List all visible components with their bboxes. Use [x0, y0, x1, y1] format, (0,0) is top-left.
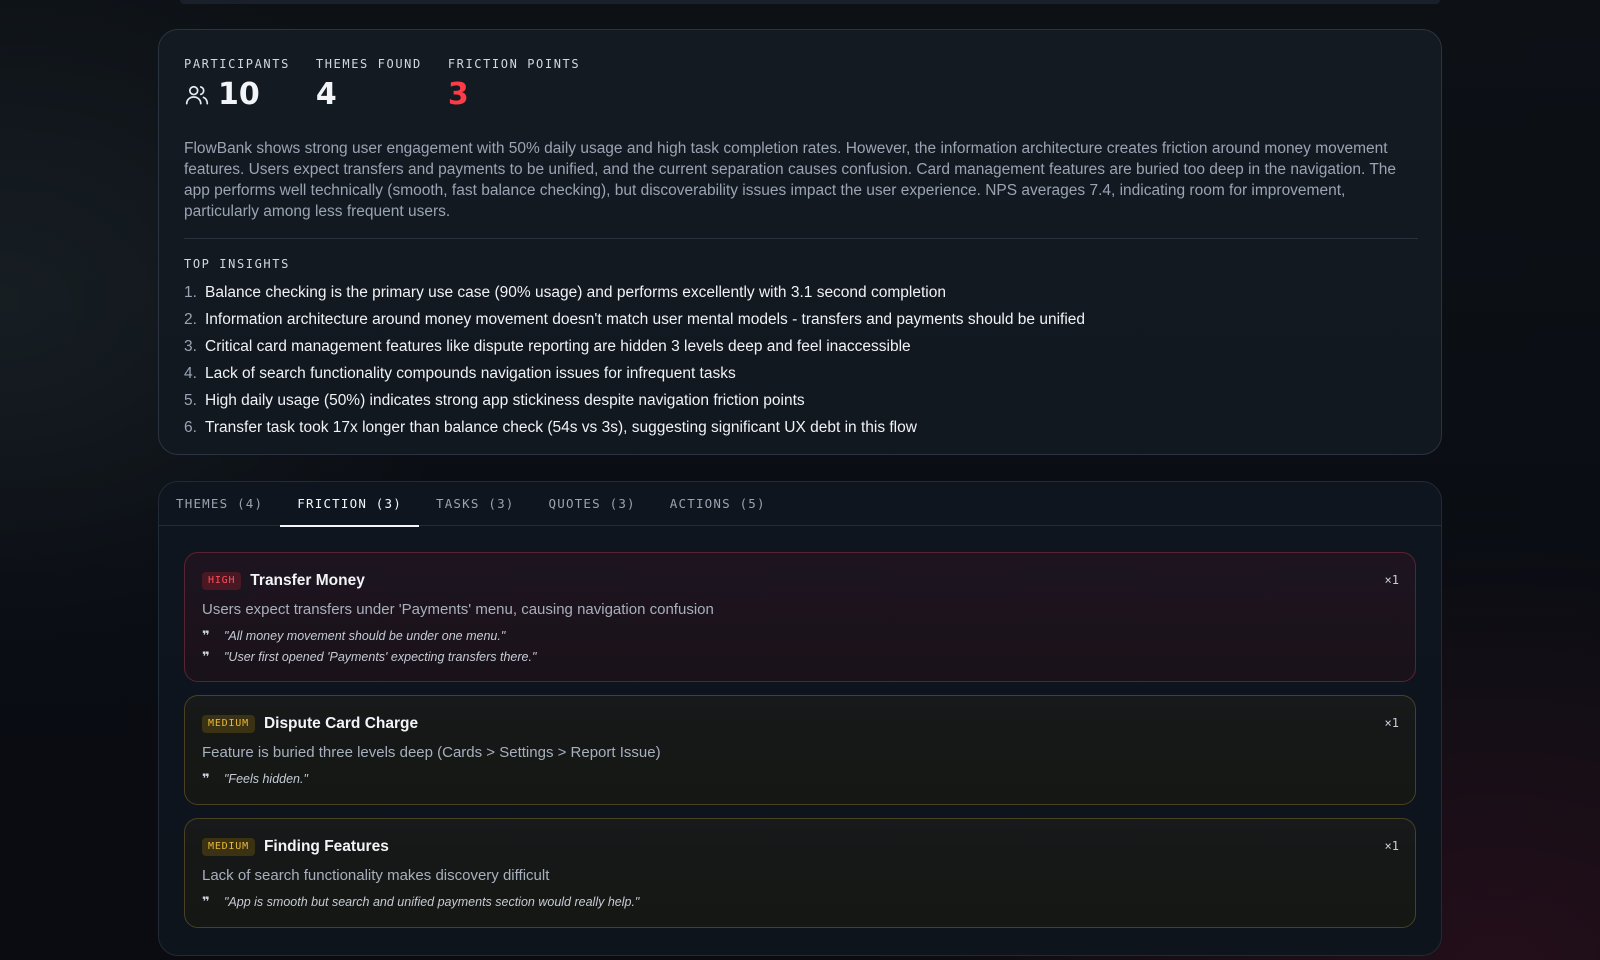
quote-icon: ❞ [202, 629, 210, 644]
friction-description: Lack of search functionality makes disco… [202, 867, 550, 884]
insights-title: TOP INSIGHTS [184, 257, 290, 271]
tab-tasks[interactable]: TASKS (3) [419, 482, 532, 526]
stat-value: 10 [218, 77, 260, 112]
stat-label: PARTICIPANTS [184, 57, 290, 71]
insight-text: Lack of search functionality compounds n… [205, 365, 736, 382]
quote: ❞ "All money movement should be under one… [202, 626, 1398, 647]
list-item: 5. High daily usage (50%) indicates stron… [184, 387, 1416, 414]
friction-card-transfer-money[interactable]: HIGH Transfer Money ×1 Users expect tran… [184, 552, 1416, 682]
quotes: ❞ "All money movement should be under one… [202, 626, 1398, 668]
stat-value: 3 [447, 77, 469, 112]
summary-card: PARTICIPANTS 10 THEMES FOUND 4 FRICTION … [158, 29, 1442, 455]
insight-number: 4. [184, 365, 197, 382]
friction-card-finding-features[interactable]: MEDIUM Finding Features ×1 Lack of searc… [184, 818, 1416, 928]
stat-value: 4 [315, 77, 337, 112]
insights-list: 1. Balance checking is the primary use ca… [184, 279, 1416, 441]
list-item: 2. Information architecture around money … [184, 306, 1416, 333]
quote-icon: ❞ [202, 650, 210, 665]
insight-number: 6. [184, 419, 197, 436]
quote: ❞ "App is smooth but search and unified p… [202, 892, 1398, 913]
tab-bar: THEMES (4) FRICTION (3) TASKS (3) QUOTES… [159, 482, 1441, 527]
quotes: ❞ "Feels hidden." [202, 769, 1398, 790]
quote-icon: ❞ [202, 895, 210, 910]
quote: ❞ "Feels hidden." [202, 769, 1398, 790]
quote-text: "App is smooth but search and unified pa… [224, 895, 640, 909]
insight-text: Balance checking is the primary use case… [205, 284, 946, 301]
list-item: 4. Lack of search functionality compounds… [184, 360, 1416, 387]
friction-description: Users expect transfers under 'Payments' … [202, 601, 714, 618]
quotes: ❞ "App is smooth but search and unified p… [202, 892, 1398, 913]
insight-text: Transfer task took 17x longer than balan… [205, 419, 917, 436]
tab-friction[interactable]: FRICTION (3) [280, 482, 419, 527]
stat-participants: PARTICIPANTS 10 [184, 56, 290, 112]
insight-number: 1. [184, 284, 197, 301]
quote-text: "User first opened 'Payments' expecting … [224, 650, 537, 664]
stat-label: THEMES FOUND [315, 57, 422, 71]
insight-number: 3. [184, 338, 197, 355]
insight-text: Information architecture around money mo… [205, 311, 1086, 328]
stat-themes: THEMES FOUND 4 [316, 56, 422, 112]
stats-row: PARTICIPANTS 10 THEMES FOUND 4 FRICTION … [184, 56, 1416, 112]
top-strip [180, 0, 1440, 4]
friction-description: Feature is buried three levels deep (Car… [202, 744, 661, 761]
severity-badge: MEDIUM [202, 715, 255, 733]
summary-text: FlowBank shows strong user engagement wi… [184, 140, 1397, 220]
insight-number: 2. [184, 311, 197, 328]
users-icon [184, 82, 210, 108]
severity-badge: HIGH [202, 572, 242, 590]
friction-card-dispute-card-charge[interactable]: MEDIUM Dispute Card Charge ×1 Feature is… [184, 695, 1416, 805]
insight-text: High daily usage (50%) indicates strong … [205, 392, 805, 409]
list-item: 1. Balance checking is the primary use ca… [184, 279, 1416, 306]
quote-text: "Feels hidden." [224, 772, 308, 786]
stat-friction-points: FRICTION POINTS 3 [448, 56, 580, 112]
list-item: 6. Transfer task took 17x longer than bal… [184, 414, 1416, 441]
tabs-card: THEMES (4) FRICTION (3) TASKS (3) QUOTES… [158, 481, 1442, 956]
severity-badge: MEDIUM [202, 838, 255, 856]
quote-icon: ❞ [202, 772, 210, 787]
list-item: 3. Critical card management features like… [184, 333, 1416, 360]
friction-title: Finding Features [263, 838, 389, 855]
stat-label: FRICTION POINTS [447, 57, 581, 71]
friction-title: Dispute Card Charge [263, 715, 419, 732]
tab-actions[interactable]: ACTIONS (5) [653, 482, 783, 526]
occurrence-count: ×1 [1384, 573, 1399, 587]
quote-text: "All money movement should be under one … [224, 629, 506, 643]
insight-text: Critical card management features like d… [205, 338, 911, 355]
friction-list: HIGH Transfer Money ×1 Users expect tran… [159, 526, 1441, 928]
insight-number: 5. [184, 392, 197, 409]
tab-quotes[interactable]: QUOTES (3) [532, 482, 653, 526]
divider [184, 238, 1418, 239]
occurrence-count: ×1 [1384, 839, 1399, 853]
occurrence-count: ×1 [1384, 716, 1399, 730]
quote: ❞ "User first opened 'Payments' expecting… [202, 647, 1398, 668]
tab-themes[interactable]: THEMES (4) [159, 482, 280, 526]
friction-title: Transfer Money [250, 572, 365, 589]
